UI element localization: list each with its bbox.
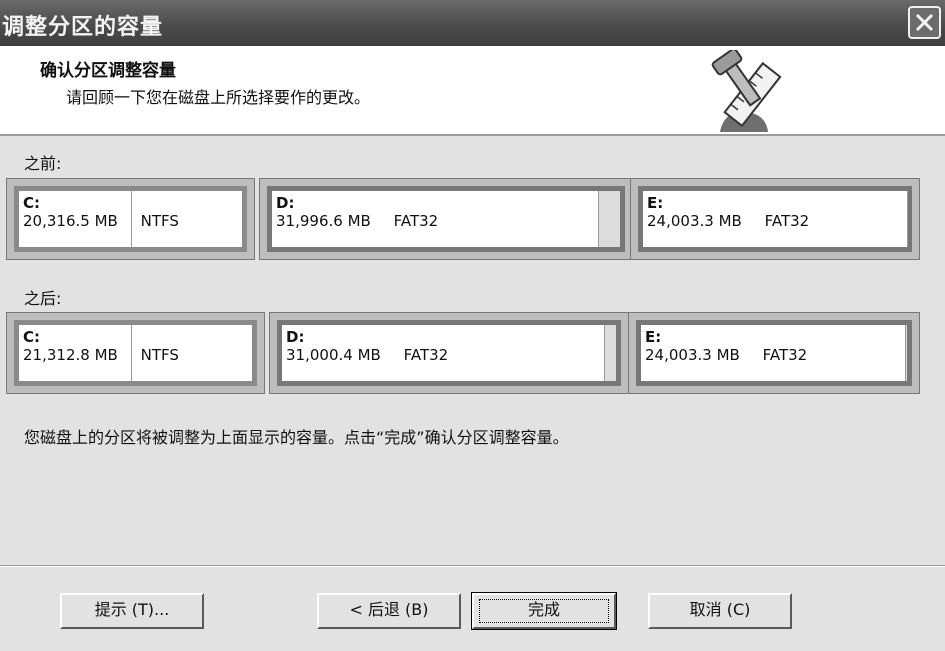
partition-filesystem: NTFS [140, 212, 179, 230]
partition-d-before[interactable]: D: 31,996.6 MB FAT32 [259, 178, 633, 260]
partition-letter: D: [286, 328, 305, 346]
partition-c-after[interactable]: C: 21,312.8 MB NTFS [6, 312, 265, 394]
finish-button[interactable]: 完成 [471, 592, 617, 630]
header-subtitle: 请回顾一下您在磁盘上所选择要作的更改。 [66, 88, 371, 107]
after-partition-row: C: 21,312.8 MB NTFS D: 31,000.4 MB FAT32 [0, 312, 945, 394]
partition-filesystem: FAT32 [762, 346, 808, 364]
close-icon [915, 13, 934, 32]
before-partition-row: C: 20,316.5 MB NTFS D: 31,996.6 MB FAT32 [0, 178, 945, 260]
window-title: 调整分区的容量 [2, 14, 164, 40]
dialog-window: 调整分区的容量 确认分区调整容量 请回顾一下您在磁盘上所选择要作的更改。 之前:… [0, 0, 945, 651]
confirmation-note: 您磁盘上的分区将被调整为上面显示的容量。点击“完成”确认分区调整容量。 [24, 428, 569, 447]
partition-letter: E: [645, 328, 662, 346]
close-button[interactable] [908, 6, 941, 39]
partition-size: 24,003.3 MB [647, 212, 742, 230]
partition-e-after[interactable]: E: 24,003.3 MB FAT32 [628, 312, 920, 394]
partition-filesystem: FAT32 [403, 346, 449, 364]
partition-size: 20,316.5 MB [23, 212, 118, 230]
partition-size: 24,003.3 MB [645, 346, 740, 364]
partition-filesystem: FAT32 [393, 212, 439, 230]
cancel-button[interactable]: 取消 (C) [648, 593, 792, 629]
title-bar[interactable]: 调整分区的容量 [0, 0, 945, 46]
partition-filesystem: FAT32 [764, 212, 810, 230]
partition-letter: D: [276, 194, 295, 212]
partition-e-before[interactable]: E: 24,003.3 MB FAT32 [630, 178, 920, 260]
partition-d-after[interactable]: D: 31,000.4 MB FAT32 [269, 312, 629, 394]
separator [0, 565, 945, 567]
partition-letter: C: [23, 328, 41, 346]
before-label: 之前: [24, 154, 62, 173]
hint-button[interactable]: 提示 (T)... [60, 593, 204, 629]
partition-size: 21,312.8 MB [23, 346, 118, 364]
partition-size: 31,996.6 MB [276, 212, 371, 230]
partition-size: 31,000.4 MB [286, 346, 381, 364]
partition-filesystem: NTFS [140, 346, 179, 364]
wrench-ruler-icon [711, 50, 782, 132]
after-label: 之后: [24, 289, 62, 308]
back-button[interactable]: < 后退 (B) [317, 593, 461, 629]
header-title: 确认分区调整容量 [40, 61, 176, 81]
wizard-header: 确认分区调整容量 请回顾一下您在磁盘上所选择要作的更改。 [0, 46, 945, 136]
partition-c-before[interactable]: C: 20,316.5 MB NTFS [6, 178, 255, 260]
partition-letter: E: [647, 194, 664, 212]
partition-letter: C: [23, 194, 41, 212]
